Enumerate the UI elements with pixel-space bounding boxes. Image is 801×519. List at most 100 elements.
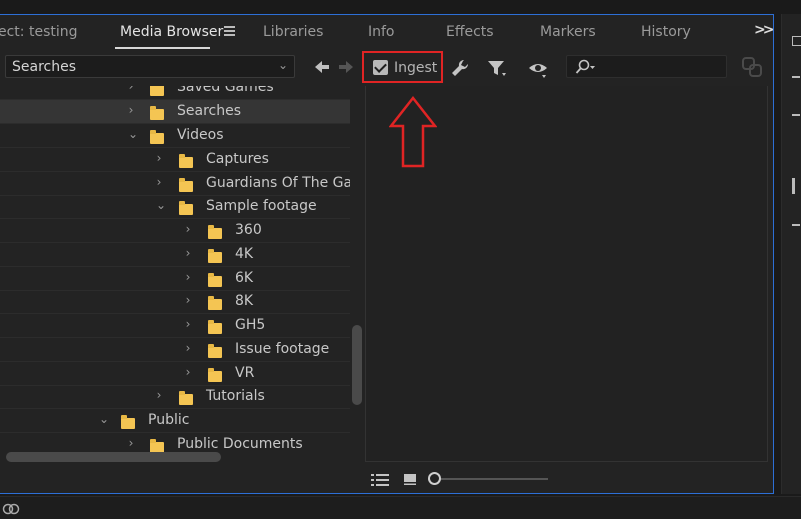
folder-icon — [150, 439, 164, 452]
status-bar — [0, 496, 801, 519]
panel-tab-bar: ect: testing Media Browser Libraries Inf… — [0, 14, 775, 50]
folder-icon — [208, 368, 222, 382]
tree-item-label: Saved Games — [177, 86, 274, 95]
folder-icon — [179, 201, 193, 215]
tab-history[interactable]: History — [641, 24, 691, 40]
ingest-label: Ingest — [394, 60, 438, 76]
tree-row-public[interactable]: ⌄ Public — [0, 409, 350, 433]
panel-edge-mark-3 — [792, 178, 795, 194]
eye-icon[interactable] — [527, 57, 549, 79]
chevron-down-icon[interactable]: ⌄ — [155, 198, 167, 212]
folder-icon — [150, 130, 164, 144]
tree-row-gh5[interactable]: › GH5 — [0, 314, 350, 338]
tab-project[interactable]: ect: testing — [0, 24, 78, 40]
magnifier-icon — [575, 59, 595, 74]
link-icon[interactable] — [741, 56, 763, 78]
list-view-icon[interactable] — [370, 472, 390, 488]
chevron-right-icon[interactable]: › — [153, 388, 165, 402]
tree-row-6k[interactable]: › 6K — [0, 267, 350, 291]
location-dropdown[interactable]: Searches ⌄ — [5, 55, 295, 78]
tree-row-4k[interactable]: › 4K — [0, 243, 350, 267]
tree-item-label: Captures — [206, 151, 269, 167]
tree-item-label: Searches — [177, 103, 242, 119]
tree-item-label: VR — [235, 365, 255, 381]
tree-row-issue-footage[interactable]: › Issue footage — [0, 338, 350, 362]
ingest-checkbox-highlight[interactable]: Ingest — [362, 51, 443, 83]
folder-icon — [179, 391, 193, 405]
tree-item-label: GH5 — [235, 317, 266, 333]
tree-item-label: Public Documents — [177, 436, 303, 452]
folder-icon — [150, 106, 164, 120]
ingest-checkbox[interactable] — [373, 60, 388, 75]
tree-row-8k[interactable]: › 8K — [0, 290, 350, 314]
tree-row-sample-footage[interactable]: ⌄ Sample footage — [0, 195, 350, 219]
tree-row-tutorials[interactable]: › Tutorials — [0, 385, 350, 409]
wrench-icon[interactable] — [449, 57, 471, 79]
folder-icon — [179, 154, 193, 168]
tree-item-label: Tutorials — [206, 388, 265, 404]
active-tab-indicator — [115, 47, 210, 49]
tree-row-vr[interactable]: › VR — [0, 362, 350, 386]
chevron-right-icon[interactable]: › — [182, 293, 194, 307]
tree-row-guardians[interactable]: › Guardians Of The Galax — [0, 172, 350, 196]
tree-item-label: Guardians Of The Galax — [206, 175, 350, 191]
folder-icon — [208, 296, 222, 310]
thumbnail-view-icon[interactable] — [403, 473, 417, 486]
tree-row-captures[interactable]: › Captures — [0, 148, 350, 172]
tab-libraries[interactable]: Libraries — [263, 24, 323, 40]
tree-item-label: 4K — [235, 246, 254, 262]
tree-item-label: 360 — [235, 222, 262, 238]
tree-row-360[interactable]: › 360 — [0, 219, 350, 243]
chevron-right-icon[interactable]: › — [182, 270, 194, 284]
chevron-down-icon: ⌄ — [277, 58, 288, 72]
tree-row-saved-games[interactable]: › Saved Games — [0, 86, 350, 100]
chevron-right-icon[interactable]: › — [153, 151, 165, 165]
tree-row-public-documents[interactable]: › Public Documents — [0, 433, 350, 452]
tab-info[interactable]: Info — [368, 24, 395, 40]
folder-tree: › Saved Games › Searches ⌄ Videos › Capt… — [0, 86, 350, 452]
chevron-right-icon[interactable]: › — [182, 341, 194, 355]
tab-effects[interactable]: Effects — [446, 24, 494, 40]
folder-icon — [208, 225, 222, 239]
filter-funnel-icon[interactable] — [485, 57, 507, 79]
chevron-right-icon[interactable]: › — [125, 86, 137, 93]
chevron-down-icon[interactable]: ⌄ — [127, 127, 139, 141]
arrow-right-icon[interactable] — [337, 58, 355, 76]
tree-item-label: Issue footage — [235, 341, 330, 357]
double-chevron-right-icon[interactable]: >> — [754, 22, 775, 38]
tab-markers[interactable]: Markers — [540, 24, 596, 40]
red-up-arrow-icon — [389, 96, 437, 168]
tree-item-label: Public — [148, 412, 190, 428]
folder-icon — [150, 86, 164, 96]
zoom-slider-track[interactable] — [428, 478, 548, 480]
chevron-right-icon[interactable]: › — [182, 365, 194, 379]
chevron-right-icon[interactable]: › — [182, 222, 194, 236]
folder-icon — [208, 249, 222, 263]
folder-icon — [121, 415, 135, 429]
chevron-right-icon[interactable]: › — [182, 317, 194, 331]
creative-cloud-icon[interactable] — [2, 501, 20, 517]
chevron-right-icon[interactable]: › — [153, 175, 165, 189]
panel-edge-mark-1 — [792, 76, 800, 78]
chevron-right-icon[interactable]: › — [182, 246, 194, 260]
chevron-right-icon[interactable]: › — [125, 436, 137, 450]
tree-horizontal-scrollbar[interactable] — [6, 452, 221, 462]
zoom-slider-handle[interactable] — [428, 472, 441, 485]
location-value: Searches — [12, 59, 77, 75]
panel-edge-mark-4 — [792, 224, 800, 226]
tree-item-label: 8K — [235, 293, 254, 309]
chevron-right-icon[interactable]: › — [125, 103, 137, 117]
hamburger-menu-icon[interactable] — [224, 26, 235, 36]
search-field[interactable] — [566, 55, 727, 78]
tree-vertical-scrollbar[interactable] — [352, 325, 362, 405]
tree-item-label: Videos — [177, 127, 224, 143]
tree-row-videos[interactable]: ⌄ Videos — [0, 124, 350, 148]
chevron-down-icon[interactable]: ⌄ — [98, 412, 110, 426]
tree-row-searches[interactable]: › Searches — [0, 100, 350, 124]
tab-media-browser[interactable]: Media Browser — [120, 24, 223, 40]
arrow-left-icon[interactable] — [313, 58, 331, 76]
panel-edge-icon[interactable] — [792, 36, 801, 46]
search-input[interactable] — [601, 58, 721, 76]
panel-edge-mark-2 — [792, 114, 800, 116]
folder-icon — [179, 178, 193, 192]
